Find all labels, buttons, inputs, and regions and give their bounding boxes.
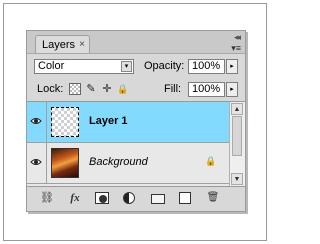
fill-label: Fill: (164, 83, 182, 95)
scrollbar-thumb[interactable] (232, 116, 242, 156)
visibility-toggle[interactable] (27, 102, 47, 142)
panel-menu-icon[interactable]: ▾≡ (231, 43, 241, 54)
collapse-icon[interactable]: ◂◂ (234, 32, 241, 43)
layer-row-layer-1[interactable]: Layer 1 (27, 102, 229, 143)
add-layer-style-icon[interactable]: fx (67, 191, 83, 205)
layer-thumbnail (51, 107, 79, 137)
opacity-label: Opacity: (144, 60, 185, 72)
lock-label: Lock: (37, 83, 64, 95)
opacity-stepper[interactable]: ▸ (226, 59, 238, 74)
scroll-up-icon[interactable]: ▲ (231, 103, 243, 115)
eye-icon (30, 118, 42, 124)
fill-stepper[interactable]: ▸ (226, 82, 238, 97)
eye-icon (30, 159, 42, 165)
layer-row-background[interactable]: Background 🔒 (27, 143, 229, 184)
lock-icon: 🔒 (205, 156, 217, 166)
lock-transparent-pixels-icon[interactable] (69, 83, 81, 95)
tab-layers-label: Layers (42, 39, 76, 51)
link-layers-icon[interactable]: ⛓ (39, 191, 55, 205)
blend-mode-value: Color (38, 60, 65, 72)
chevron-down-icon[interactable]: ▾ (121, 61, 132, 72)
scroll-down-icon[interactable]: ▼ (231, 173, 243, 185)
new-group-icon[interactable] (151, 194, 165, 204)
layer-name: Layer 1 (89, 115, 128, 127)
lock-image-pixels-icon[interactable]: ✎ (85, 83, 97, 95)
scrollbar[interactable]: ▲ ▼ (229, 102, 245, 186)
lock-position-icon[interactable]: ✛ (101, 83, 113, 95)
layer-thumbnail (51, 148, 79, 178)
add-mask-icon[interactable] (95, 192, 109, 204)
fill-input[interactable]: 100% (188, 82, 225, 97)
delete-layer-icon[interactable]: 🗑 (205, 191, 221, 205)
lock-all-icon[interactable]: 🔒 (117, 83, 129, 95)
layer-name: Background (89, 156, 148, 168)
layers-list: Layer 1 Background 🔒 ▲ ▼ (27, 101, 245, 187)
layers-panel: Layers × ◂◂ ▾≡ Color ▾ Opacity: 100% ▸ L… (26, 30, 246, 212)
blend-mode-select[interactable]: Color ▾ (34, 59, 134, 74)
visibility-toggle[interactable] (27, 143, 47, 183)
opacity-input[interactable]: 100% (188, 59, 225, 74)
new-layer-icon[interactable] (179, 192, 191, 204)
bottom-toolbar: ⛓ fx 🗑 (27, 186, 245, 210)
tab-layers[interactable]: Layers × (35, 35, 90, 53)
new-adjustment-layer-icon[interactable] (123, 192, 135, 204)
panel-tab-bar: Layers × ◂◂ ▾≡ (27, 31, 245, 54)
close-icon[interactable]: × (79, 36, 85, 54)
